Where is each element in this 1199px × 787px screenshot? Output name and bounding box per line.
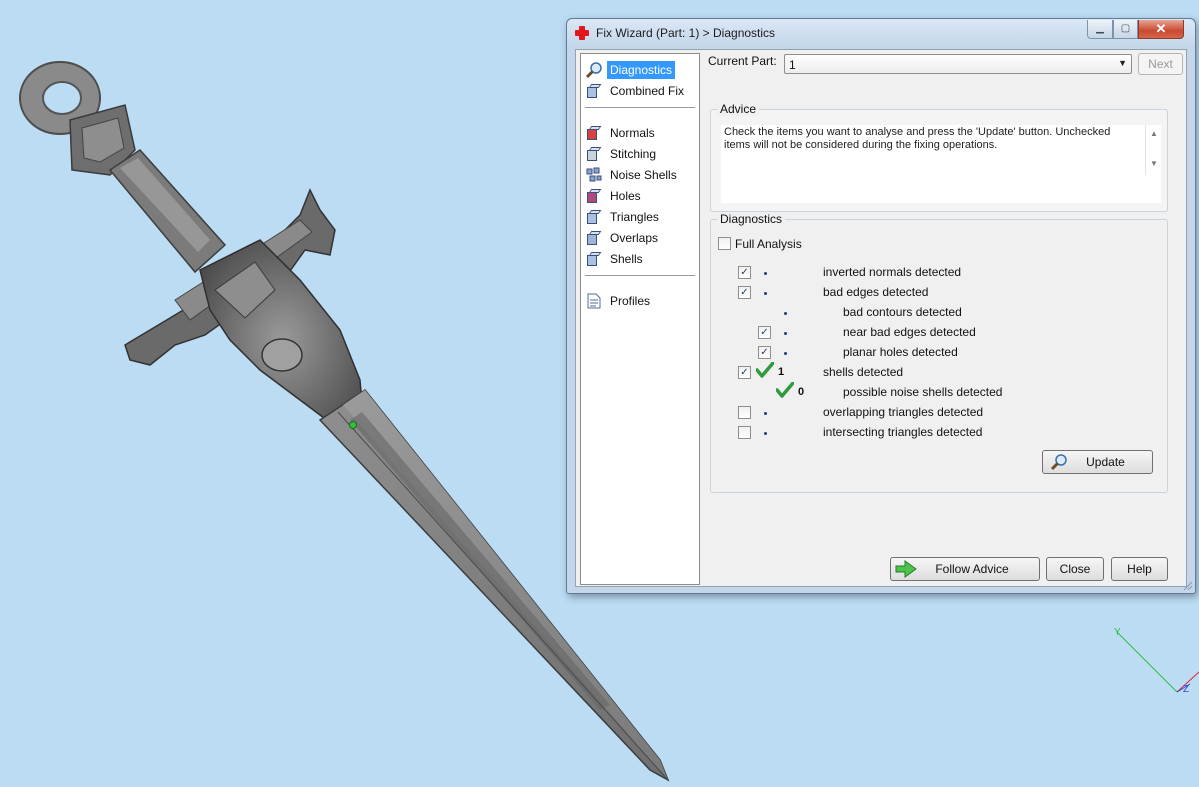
nav-label: Normals [610, 125, 655, 140]
help-button[interactable]: Help [1111, 557, 1168, 581]
nav-item-stitching[interactable]: Stitching [585, 144, 659, 163]
current-part-label: Current Part: [708, 54, 777, 68]
status-bullet [764, 432, 767, 435]
update-button[interactable]: Update [1042, 450, 1153, 474]
resize-grip-icon[interactable] [1183, 581, 1193, 591]
full-analysis-label: Full Analysis [735, 237, 802, 251]
overlapping-triangles-checkbox[interactable] [738, 406, 751, 419]
normals-cube-icon [585, 124, 603, 142]
nav-divider [585, 107, 695, 108]
green-arrow-icon [895, 560, 917, 581]
wizard-nav-panel: Diagnostics Combined Fix Normals Stitchi… [580, 53, 700, 585]
status-bullet [784, 332, 787, 335]
nav-label: Shells [610, 251, 643, 266]
shells-checkbox[interactable]: ✓ [738, 366, 751, 379]
overlaps-cube-icon [585, 229, 603, 247]
advice-scrollbar[interactable]: ▲ ▼ [1145, 125, 1161, 175]
diag-row-label: near bad edges detected [843, 325, 976, 339]
nav-item-profiles[interactable]: Profiles [585, 291, 653, 310]
nav-item-shells[interactable]: Shells [585, 249, 646, 268]
nav-item-combined-fix[interactable]: Combined Fix [585, 81, 687, 100]
green-check-icon [775, 381, 795, 401]
diag-row-label: overlapping triangles detected [823, 405, 984, 419]
shells-count: 1 [778, 366, 785, 378]
status-bullet [764, 292, 767, 295]
advice-textbox[interactable]: Check the items you want to analyse and … [721, 125, 1161, 203]
scroll-down-icon[interactable]: ▼ [1150, 159, 1158, 168]
nav-label: Stitching [610, 146, 657, 161]
diagnostics-title: Diagnostics [717, 212, 786, 226]
status-bullet [764, 272, 767, 275]
full-analysis-checkbox[interactable] [718, 237, 731, 250]
diag-row-label: inverted normals detected [823, 265, 962, 279]
close-button[interactable]: Close [1046, 557, 1104, 581]
nav-label: Combined Fix [610, 83, 685, 98]
nav-item-overlaps[interactable]: Overlaps [585, 228, 661, 247]
current-part-select[interactable]: 1 ▼ [784, 54, 1132, 74]
z-axis-label: Z [1183, 684, 1190, 695]
diag-row-label: possible noise shells detected [843, 385, 1003, 399]
maximize-button[interactable]: ▢ [1113, 20, 1138, 39]
advice-text: Check the items you want to analyse and … [724, 126, 1111, 151]
advice-title: Advice [717, 102, 760, 116]
status-bullet [764, 412, 767, 415]
update-label: Update [1086, 455, 1125, 469]
minimize-button[interactable]: ▁ [1087, 20, 1113, 39]
magnifier-icon [585, 61, 603, 79]
diag-row-label: bad edges detected [823, 285, 929, 299]
cube-icon [585, 82, 603, 100]
dialog-client-area: Diagnostics Combined Fix Normals Stitchi… [575, 49, 1187, 587]
status-bullet [784, 312, 787, 315]
scroll-up-icon[interactable]: ▲ [1150, 129, 1158, 138]
diag-row-label: intersecting triangles detected [823, 425, 983, 439]
inverted-normals-checkbox[interactable]: ✓ [738, 266, 751, 279]
document-icon [585, 292, 603, 310]
holes-cube-icon [585, 187, 603, 205]
bad-edges-checkbox[interactable]: ✓ [738, 286, 751, 299]
nav-divider [585, 275, 695, 276]
nav-label: Overlaps [610, 230, 659, 245]
title-bar[interactable]: Fix Wizard (Part: 1) > Diagnostics ▁ ▢ ✕ [567, 19, 1195, 47]
diagnostics-group: Diagnostics Full Analysis ✓ inverted nor… [710, 212, 1168, 493]
red-cross-icon [575, 26, 589, 40]
nav-label: Noise Shells [610, 167, 677, 182]
fix-wizard-window: Fix Wizard (Part: 1) > Diagnostics ▁ ▢ ✕… [566, 18, 1196, 594]
y-axis-label: Y [1114, 627, 1121, 638]
triangles-cube-icon [585, 208, 603, 226]
nav-label: Triangles [610, 209, 659, 224]
magnifier-icon [1049, 453, 1069, 474]
nav-label: Diagnostics [607, 60, 676, 79]
diag-row-label: bad contours detected [843, 305, 962, 319]
chevron-down-icon: ▼ [1118, 58, 1127, 68]
nav-item-noise-shells[interactable]: Noise Shells [585, 165, 680, 184]
green-check-icon [755, 361, 775, 381]
nav-label: Holes [610, 188, 641, 203]
near-bad-edges-checkbox[interactable]: ✓ [758, 326, 771, 339]
nav-item-triangles[interactable]: Triangles [585, 207, 662, 226]
nav-item-holes[interactable]: Holes [585, 186, 644, 205]
planar-holes-checkbox[interactable]: ✓ [758, 346, 771, 359]
status-bullet [784, 352, 787, 355]
nav-item-diagnostics[interactable]: Diagnostics [585, 60, 676, 79]
follow-advice-button[interactable]: Follow Advice [890, 557, 1040, 581]
follow-advice-label: Follow Advice [935, 562, 1009, 576]
next-button[interactable]: Next [1138, 53, 1183, 75]
noise-shells-icon [585, 166, 603, 184]
shells-cube-icon [585, 250, 603, 268]
diag-row-label: planar holes detected [843, 345, 958, 359]
window-title: Fix Wizard (Part: 1) > Diagnostics [596, 26, 776, 40]
nav-item-normals[interactable]: Normals [585, 123, 658, 142]
close-window-button[interactable]: ✕ [1138, 20, 1184, 39]
intersecting-triangles-checkbox[interactable] [738, 426, 751, 439]
diag-row-label: shells detected [823, 365, 904, 379]
stitching-cube-icon [585, 145, 603, 163]
noise-shells-count: 0 [798, 386, 805, 398]
advice-group: Advice Check the items you want to analy… [710, 102, 1168, 212]
nav-label: Profiles [610, 293, 651, 308]
current-part-value: 1 [789, 58, 796, 72]
